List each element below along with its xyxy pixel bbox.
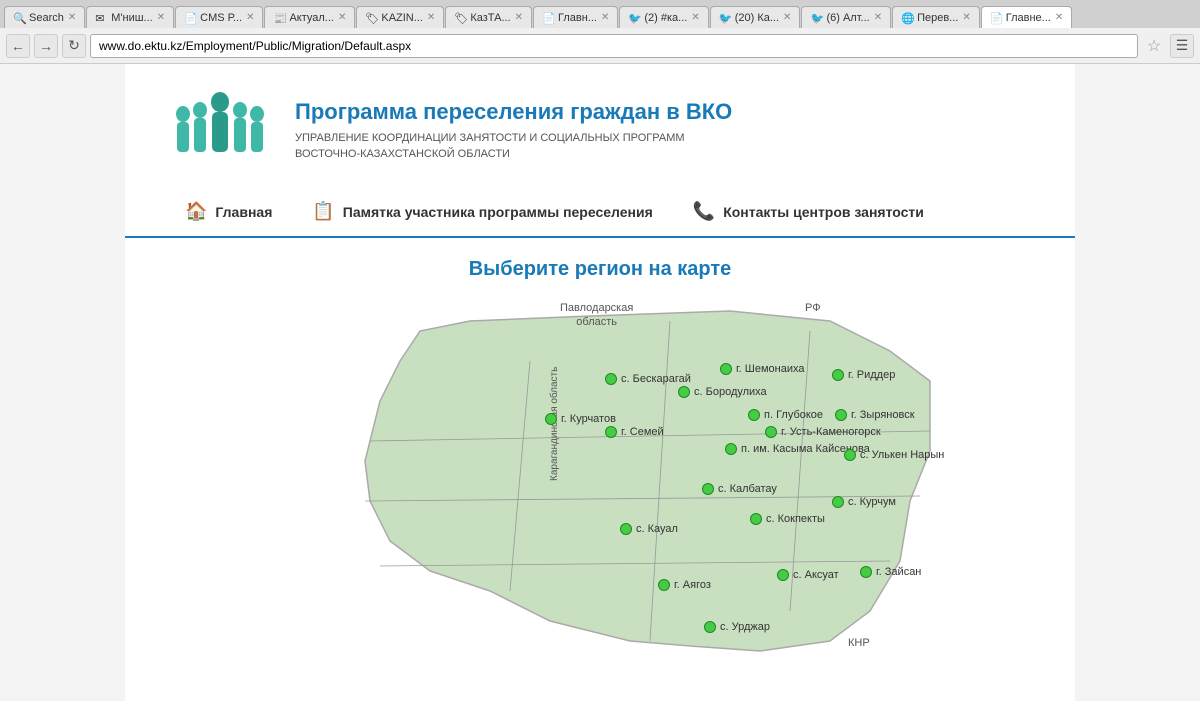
nav-home-label: Главная (215, 204, 272, 220)
reload-button[interactable]: ↻ (62, 34, 86, 58)
browser-tab-2[interactable]: 📄CMS Р...✕ (175, 6, 263, 28)
city-ust-kamenogorsk[interactable]: г. Усть-Каменогорск (765, 426, 881, 438)
label-rf: РФ (805, 301, 821, 315)
site-nav: 🏠 Главная 📋 Памятка участника программы … (125, 187, 1075, 238)
site-header: Программа переселения граждан в ВКО УПРА… (125, 64, 1075, 187)
city-ayagoz[interactable]: г. Аягоз (658, 579, 711, 591)
browser-tab-11[interactable]: 📄Главне...✕ (981, 6, 1072, 28)
city-ridder[interactable]: г. Риддер (832, 369, 895, 381)
city-beskaragai[interactable]: с. Бескарагай (605, 373, 691, 385)
nav-contacts-label: Контакты центров занятости (723, 204, 924, 220)
browser-tab-1[interactable]: ✉М'ниш...✕ (86, 6, 174, 28)
back-button[interactable]: ← (6, 34, 30, 58)
nav-contacts[interactable]: 📞 Контакты центров занятости (673, 195, 944, 228)
city-kurchatov[interactable]: г. Курчатов (545, 413, 616, 425)
browser-tab-9[interactable]: 🐦(6) Алт...✕ (801, 6, 891, 28)
map-svg (250, 301, 950, 661)
site-title: Программа переселения граждан в ВКО (295, 99, 732, 125)
city-zaisan[interactable]: г. Зайсан (860, 566, 921, 578)
tab-bar: 🔍Search✕✉М'ниш...✕📄CMS Р...✕📰Актуал...✕🏷… (0, 0, 1200, 28)
browser-tab-7[interactable]: 🐦(2) #ка...✕ (619, 6, 708, 28)
nav-home[interactable]: 🏠 Главная (165, 195, 292, 228)
city-semey[interactable]: г. Семей (605, 426, 664, 438)
map-container: Павлодарскаяобласть РФ Карагандинская об… (250, 301, 950, 661)
home-icon: 🏠 (185, 201, 207, 222)
page-wrapper: Программа переселения граждан в ВКО УПРА… (0, 64, 1200, 701)
city-glubokoe[interactable]: п. Глубокое (748, 409, 823, 421)
browser-tab-8[interactable]: 🐦(20) Ка...✕ (710, 6, 801, 28)
browser-tab-5[interactable]: 🏷КазТА...✕ (445, 6, 532, 28)
city-urdzhar[interactable]: с. Урджар (704, 621, 770, 633)
city-kurchum[interactable]: с. Курчум (832, 496, 896, 508)
map-section: Выберите регион на карте (125, 238, 1075, 681)
logo-area (165, 84, 275, 177)
nav-memo[interactable]: 📋 Памятка участника программы переселени… (292, 195, 672, 228)
phone-icon: 📞 (693, 201, 715, 222)
forward-button[interactable]: → (34, 34, 58, 58)
settings-button[interactable]: ☰ (1170, 34, 1194, 58)
nav-memo-label: Памятка участника программы переселения (343, 204, 653, 220)
city-zyryanovsk[interactable]: г. Зыряновск (835, 409, 915, 421)
city-shemonaikha[interactable]: г. Шемонаиха (720, 363, 805, 375)
label-knr: КНР (848, 636, 870, 650)
logo-svg (165, 84, 275, 174)
browser-tab-6[interactable]: 📄Главн...✕ (533, 6, 618, 28)
nav-bar: ← → ↻ ☆ ☰ (0, 28, 1200, 64)
site-subtitle: УПРАВЛЕНИЕ КООРДИНАЦИИ ЗАНЯТОСТИ И СОЦИА… (295, 131, 732, 162)
label-pavlodar: Павлодарскаяобласть (560, 301, 633, 330)
address-bar[interactable] (90, 34, 1138, 58)
city-ulken-naryn[interactable]: с. Улькен Нарын (844, 449, 944, 461)
city-borodulikha[interactable]: с. Бородулиха (678, 386, 767, 398)
city-kalbatau[interactable]: с. Калбатау (702, 483, 777, 495)
map-title: Выберите регион на карте (165, 258, 1035, 281)
header-text: Программа переселения граждан в ВКО УПРА… (295, 99, 732, 162)
browser-tab-4[interactable]: 🏷KAZIN...✕ (356, 6, 444, 28)
browser-window: 🔍Search✕✉М'ниш...✕📄CMS Р...✕📰Актуал...✕🏷… (0, 0, 1200, 701)
city-karaul[interactable]: с. Кауал (620, 523, 678, 535)
browser-tab-10[interactable]: 🌐Перев...✕ (892, 6, 980, 28)
bookmark-icon[interactable]: ☆ (1142, 34, 1166, 58)
browser-tab-3[interactable]: 📰Актуал...✕ (264, 6, 355, 28)
city-kokpekty[interactable]: с. Кокпекты (750, 513, 825, 525)
doc-icon: 📋 (312, 201, 334, 222)
browser-tab-0[interactable]: 🔍Search✕ (4, 6, 85, 28)
city-aksuat[interactable]: с. Аксуат (777, 569, 839, 581)
page-content: Программа переселения граждан в ВКО УПРА… (125, 64, 1075, 701)
